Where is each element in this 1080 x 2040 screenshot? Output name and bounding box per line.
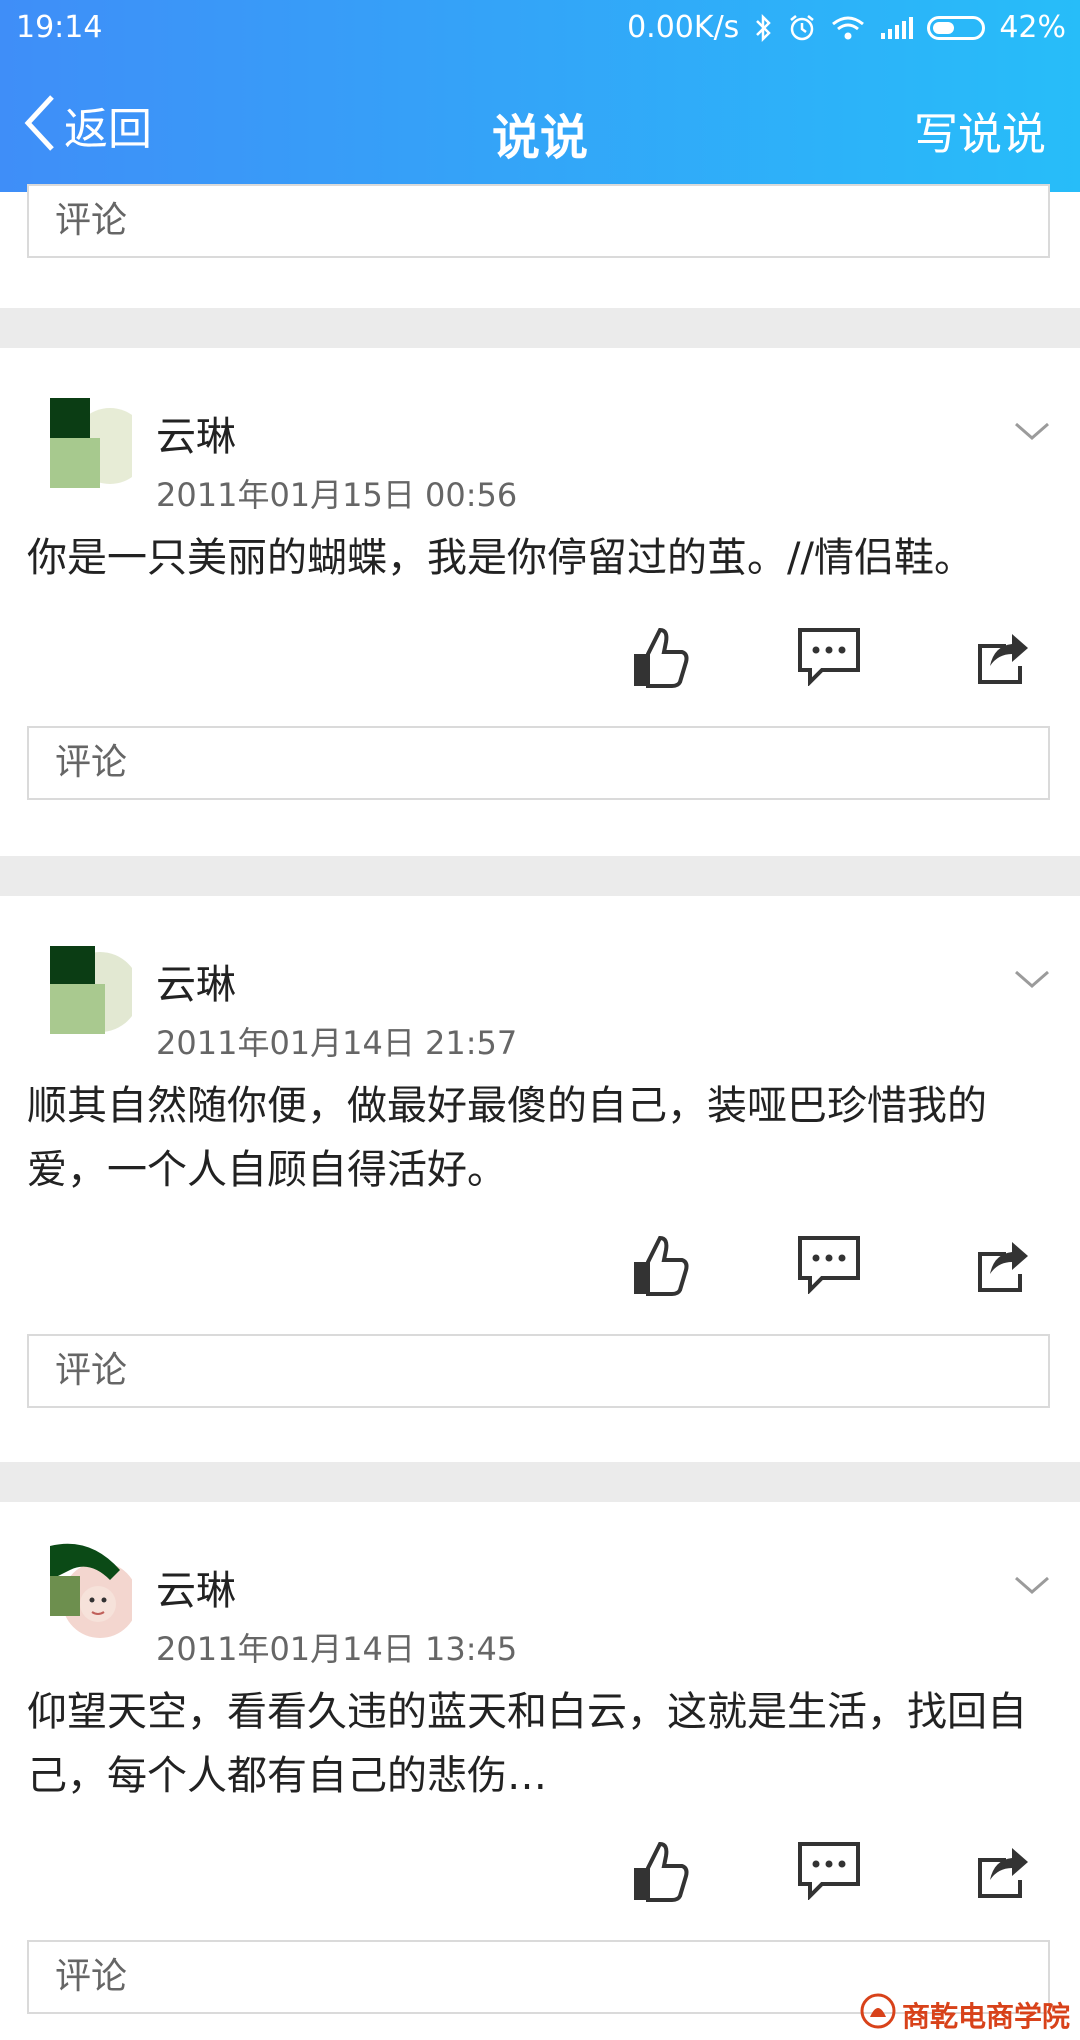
watermark-text: 商乾电商学院	[901, 1999, 1070, 2033]
watermark-logo-icon	[860, 1993, 896, 2036]
post-timestamp: 2011年01月15日 00:56	[156, 476, 518, 514]
signal-icon	[879, 15, 914, 41]
comment-input[interactable]: 评论	[27, 726, 1050, 800]
post-timestamp: 2011年01月14日 21:57	[156, 1024, 518, 1062]
like-icon[interactable]	[630, 626, 690, 694]
write-post-button[interactable]: 写说说	[914, 98, 1046, 162]
post-author: 云琳	[156, 1568, 236, 1614]
chevron-down-icon[interactable]	[1012, 966, 1052, 996]
comment-icon[interactable]	[796, 1234, 862, 1298]
share-icon[interactable]	[966, 1234, 1032, 1298]
avatar[interactable]	[40, 1540, 132, 1658]
comment-icon[interactable]	[796, 1840, 862, 1904]
status-bar: 19:14 0.00K/s 42%	[0, 0, 1080, 60]
post-text: 你是一只美丽的蝴蝶，我是你停留过的茧。//情侣鞋。	[27, 535, 974, 581]
alarm-icon	[787, 13, 817, 43]
post-timestamp: 2011年01月14日 13:45	[156, 1630, 518, 1668]
avatar[interactable]	[40, 934, 132, 1052]
network-speed: 0.00K/s	[627, 10, 740, 45]
status-time: 19:14	[16, 10, 103, 45]
watermark: 商乾电商学院	[860, 1993, 1070, 2036]
app-header: 19:14 0.00K/s 42% 返回 说说 写说说	[0, 0, 1080, 192]
post-separator	[0, 1462, 1080, 1502]
like-icon[interactable]	[630, 1840, 690, 1908]
post-author: 云琳	[156, 962, 236, 1008]
comment-input[interactable]: 评论	[27, 1334, 1050, 1408]
post-separator	[0, 856, 1080, 896]
share-icon[interactable]	[966, 1840, 1032, 1904]
post-separator	[0, 308, 1080, 348]
avatar[interactable]	[40, 386, 132, 504]
post-text: 顺其自然随你便，做最好最傻的自己，装哑巴珍惜我的爱，一个人自顾自得活好。	[27, 1083, 987, 1193]
post-actions	[0, 626, 1080, 698]
like-icon[interactable]	[630, 1234, 690, 1302]
chevron-down-icon[interactable]	[1012, 1572, 1052, 1602]
chevron-down-icon[interactable]	[1012, 418, 1052, 448]
wifi-icon	[831, 14, 865, 42]
nav-bar: 返回 说说 写说说	[0, 70, 1080, 180]
post-text: 仰望天空，看看久违的蓝天和白云，这就是生活，找回自己，每个人都有自己的悲伤…	[27, 1689, 1027, 1799]
comment-icon[interactable]	[796, 626, 862, 690]
status-icons: 0.00K/s 42%	[627, 10, 1066, 45]
share-icon[interactable]	[966, 626, 1032, 690]
post-author: 云琳	[156, 414, 236, 460]
post-actions	[0, 1840, 1080, 1912]
post-actions	[0, 1234, 1080, 1306]
comment-input[interactable]: 评论	[27, 184, 1050, 258]
battery-icon	[927, 15, 986, 40]
battery-percent: 42%	[999, 10, 1066, 45]
bluetooth-icon	[753, 13, 773, 43]
